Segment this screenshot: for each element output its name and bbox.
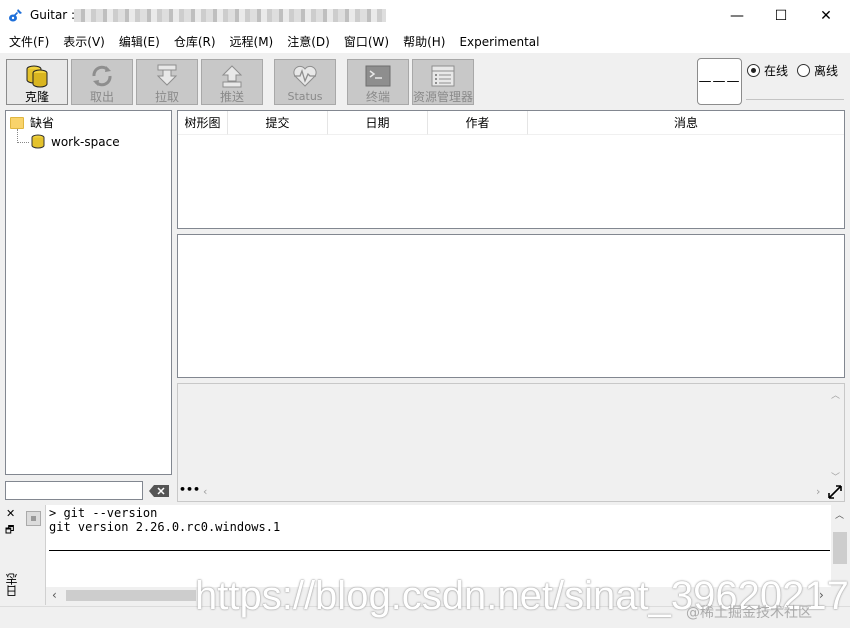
console-input-divider: [49, 550, 830, 551]
console-line: git version 2.26.0.rc0.windows.1: [49, 520, 281, 534]
menu-repository[interactable]: 仓库(R): [165, 31, 221, 53]
scroll-right-arrow[interactable]: ›: [816, 485, 820, 498]
offline-radio[interactable]: 离线: [797, 62, 838, 79]
console-scroll-left[interactable]: ‹: [52, 588, 57, 602]
maximize-button[interactable]: ☐: [758, 0, 804, 31]
console-close-icon[interactable]: ✕: [6, 507, 15, 520]
file-list-panel[interactable]: [177, 234, 845, 378]
scroll-left-arrow[interactable]: ‹: [203, 485, 207, 498]
more-button[interactable]: •••: [179, 483, 200, 496]
window-title: Guitar :: [30, 8, 76, 22]
menu-view[interactable]: 表示(V): [54, 31, 110, 53]
community-watermark: @稀土掘金技术社区: [686, 605, 812, 621]
menu-experimental[interactable]: Experimental: [450, 31, 544, 53]
toolbar-divider: [746, 99, 844, 100]
explorer-icon: [431, 65, 455, 87]
database-icon: [26, 65, 48, 88]
console-float-icon[interactable]: 🗗: [5, 523, 14, 540]
pull-button[interactable]: 拉取: [136, 59, 198, 105]
menu-bar: 文件(F) 表示(V) 编辑(E) 仓库(R) 远程(M) 注意(D) 窗口(W…: [0, 31, 850, 53]
minimize-icon: —: [730, 7, 744, 24]
column-message[interactable]: 消息: [528, 111, 844, 135]
terminal-label: 终端: [365, 90, 390, 104]
explorer-label: 资源管理器: [413, 90, 474, 104]
close-icon: ✕: [820, 7, 832, 24]
expand-icon[interactable]: [828, 485, 842, 499]
filter-input[interactable]: [5, 481, 143, 500]
diff-hscroll[interactable]: ••• ‹ ›: [177, 483, 845, 502]
push-button[interactable]: 推送: [201, 59, 263, 105]
column-commit[interactable]: 提交: [228, 111, 328, 135]
menu-edit[interactable]: 编辑(E): [110, 31, 165, 53]
heartbeat-icon: [293, 65, 317, 87]
folder-icon: [10, 116, 24, 129]
repository-icon: [31, 134, 45, 149]
menu-window[interactable]: 窗口(W): [335, 31, 394, 53]
tree-root-label: 缺省: [30, 116, 55, 130]
console-title: 日志: [5, 573, 19, 597]
scroll-up-arrow[interactable]: ︿: [831, 388, 840, 401]
stop-icon[interactable]: [26, 511, 41, 526]
checkout-label: 取出: [89, 90, 114, 104]
status-label: Status: [287, 90, 323, 103]
guitar-app-icon: [9, 9, 22, 22]
maximize-icon: ☐: [774, 7, 788, 24]
online-label: 在线: [764, 64, 789, 78]
column-graph[interactable]: 树形图: [178, 111, 228, 135]
checkout-button[interactable]: 取出: [71, 59, 133, 105]
commit-log-table[interactable]: 树形图 提交 日期 作者 消息: [177, 110, 845, 229]
console-line: > git --version: [49, 506, 158, 520]
menu-notice[interactable]: 注意(D): [278, 31, 335, 53]
terminal-icon: [365, 65, 391, 87]
tree-item-work-space[interactable]: work-space: [31, 134, 120, 149]
menu-help[interactable]: 帮助(H): [394, 31, 450, 53]
explorer-button[interactable]: 资源管理器: [412, 59, 474, 105]
console-vscroll-thumb[interactable]: [833, 532, 847, 564]
minimize-button[interactable]: —: [714, 0, 760, 31]
console-dock-bar: ✕ 🗗 日志: [0, 505, 20, 605]
repository-tree[interactable]: 缺省 work-space: [5, 110, 172, 475]
tree-item-label: work-space: [51, 134, 120, 149]
push-label: 推送: [219, 90, 244, 104]
scroll-down-arrow[interactable]: ﹀: [831, 470, 840, 483]
clone-button[interactable]: 克隆: [6, 59, 68, 105]
refresh-icon: [92, 65, 112, 87]
pull-label: 拉取: [154, 90, 179, 104]
status-button[interactable]: Status: [274, 59, 336, 105]
console-hscroll-thumb[interactable]: [66, 590, 196, 601]
window-title-blurred: [74, 9, 386, 22]
column-date[interactable]: 日期: [328, 111, 428, 135]
menu-remote[interactable]: 远程(M): [221, 31, 279, 53]
close-button[interactable]: ✕: [803, 0, 849, 31]
pull-icon: [156, 64, 178, 86]
clear-filter-icon[interactable]: [149, 485, 169, 497]
menu-file[interactable]: 文件(F): [0, 31, 54, 53]
offline-radio-dot: [797, 64, 810, 77]
terminal-button[interactable]: 终端: [347, 59, 409, 105]
tree-connector: [17, 129, 29, 143]
toolbar: 克隆 取出 拉取 推送 Status 终端 资源管理器 ——— 在线 离线: [0, 53, 850, 108]
online-radio-dot: [747, 64, 760, 77]
column-author[interactable]: 作者: [428, 111, 528, 135]
push-icon: [221, 65, 243, 88]
online-radio[interactable]: 在线: [747, 62, 788, 79]
status-indicator: ———: [697, 58, 742, 105]
offline-label: 离线: [814, 64, 839, 78]
clone-label: 克隆: [24, 90, 49, 104]
title-bar: Guitar : — ☐ ✕: [0, 0, 850, 31]
console-scroll-up[interactable]: ︿: [835, 508, 844, 521]
